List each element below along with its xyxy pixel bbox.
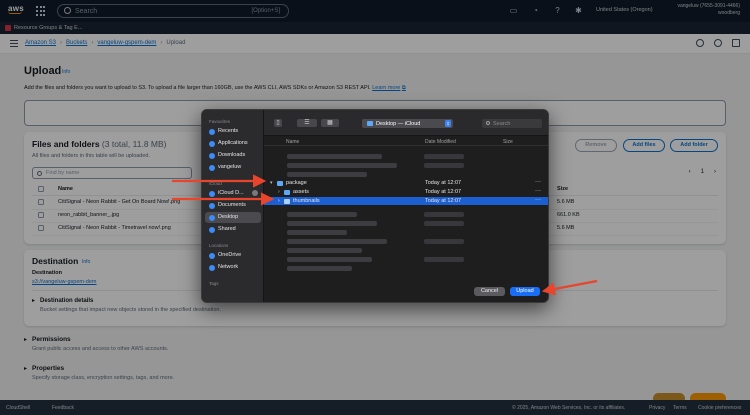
dialog-cancel-button[interactable]: Cancel xyxy=(474,287,505,296)
disclosure-closed-icon[interactable]: › xyxy=(278,189,280,195)
folder-icon xyxy=(367,121,373,126)
column-date-modified[interactable]: Date Modified xyxy=(425,139,456,145)
folder-date: Today at 12:07 xyxy=(425,180,462,186)
sidebar-item-label: Network xyxy=(218,264,239,270)
blurred-date xyxy=(424,221,464,226)
folder-icon xyxy=(284,189,290,195)
dialog-search-input[interactable]: Search xyxy=(482,119,542,128)
sidebar-item-label: Applications xyxy=(218,140,248,146)
sidebar-item-label: Shared xyxy=(218,226,236,232)
blurred-file-row xyxy=(287,266,352,271)
more-options-icon[interactable]: ··· xyxy=(535,197,541,203)
sidebar-item-label: Recents xyxy=(218,128,239,134)
folder-name: package xyxy=(286,180,307,186)
file-row-assets[interactable]: › assets Today at 12:07 ··· xyxy=(264,188,548,196)
blurred-file-row xyxy=(287,257,372,262)
cloud-icon xyxy=(209,190,215,197)
favourites-heading: Favourites xyxy=(209,119,231,124)
blurred-file-row xyxy=(287,239,387,244)
progress-icon xyxy=(252,190,258,196)
more-options-icon[interactable]: ··· xyxy=(535,179,541,185)
sidebar-item-label: Documents xyxy=(218,202,246,208)
sidebar-item-desktop[interactable]: Desktop xyxy=(205,212,261,223)
chevron-updown-icon: ⇕ xyxy=(445,120,451,127)
blurred-date xyxy=(424,239,464,244)
applications-icon xyxy=(209,140,215,147)
blurred-file-row xyxy=(287,221,377,226)
sidebar-item-onedrive[interactable]: OneDrive xyxy=(205,250,261,261)
sidebar-item-recents[interactable]: Recents xyxy=(205,126,261,137)
dialog-search-placeholder: Search xyxy=(493,120,511,127)
disclosure-open-icon[interactable]: ▾ xyxy=(270,180,273,186)
folder-icon xyxy=(284,198,290,204)
download-icon xyxy=(209,152,215,159)
blurred-date xyxy=(424,163,464,168)
disclosure-closed-icon[interactable]: › xyxy=(278,198,280,204)
folder-name: assets xyxy=(293,189,309,195)
onedrive-cloud-icon xyxy=(209,252,215,259)
folder-date: Today at 12:07 xyxy=(425,189,462,195)
file-row-package[interactable]: ▾ package Today at 12:07 ··· xyxy=(264,179,548,187)
tags-heading: Tags xyxy=(209,281,219,286)
sidebar-item-label: iCloud D... xyxy=(218,190,244,196)
folder-date: Today at 12:07 xyxy=(425,198,462,204)
view-grid-icon[interactable]: ▦ xyxy=(321,119,339,127)
sidebar-item-applications[interactable]: Applications xyxy=(205,138,261,149)
column-size[interactable]: Size xyxy=(503,139,513,145)
desktop-icon xyxy=(209,214,215,221)
location-selector[interactable]: Desktop — iCloud ⇕ xyxy=(362,119,453,128)
view-list-icon[interactable]: ☰ xyxy=(297,119,317,127)
blurred-file-row xyxy=(287,163,397,168)
sidebar-toggle-icon[interactable]: ▯ xyxy=(274,119,282,127)
blurred-date xyxy=(424,257,464,262)
more-options-icon[interactable]: ··· xyxy=(535,188,541,194)
locations-heading: Locations xyxy=(209,243,229,248)
blurred-date xyxy=(424,154,464,159)
blurred-file-row xyxy=(287,248,362,253)
icloud-heading: iCloud xyxy=(209,181,222,186)
sidebar-item-label: OneDrive xyxy=(218,252,242,258)
shared-folder-icon xyxy=(209,226,215,233)
blurred-file-row xyxy=(287,212,357,217)
document-icon xyxy=(209,202,215,209)
search-icon xyxy=(486,121,490,125)
clock-icon xyxy=(209,128,215,135)
dialog-toolbar: ▯ ☰ ▦ Desktop — iCloud ⇕ Search xyxy=(264,110,548,136)
home-icon xyxy=(209,164,215,171)
file-list-header: Name Date Modified Size xyxy=(264,136,548,146)
sidebar-item-network[interactable]: Network xyxy=(205,262,261,273)
sidebar-item-shared[interactable]: Shared xyxy=(205,224,261,235)
file-row-thumbnails[interactable]: › thumbnails Today at 12:07 ··· xyxy=(264,197,548,205)
dialog-sidebar: Favourites Recents Applications Download… xyxy=(202,110,264,302)
sidebar-item-downloads[interactable]: Downloads xyxy=(205,150,261,161)
blurred-date xyxy=(424,212,464,217)
sidebar-item-home[interactable]: vangeluw xyxy=(205,162,261,173)
folder-icon xyxy=(277,180,283,186)
blurred-file-row xyxy=(287,172,367,177)
blurred-file-row xyxy=(287,154,382,159)
dialog-upload-button[interactable]: Upload xyxy=(510,287,540,296)
sidebar-item-label: Downloads xyxy=(218,152,246,158)
column-name[interactable]: Name xyxy=(286,139,299,145)
blurred-file-row xyxy=(287,230,347,235)
sidebar-item-icloud-drive[interactable]: iCloud D... xyxy=(205,188,261,199)
file-picker-dialog: Favourites Recents Applications Download… xyxy=(201,109,549,303)
location-name: Desktop — iCloud xyxy=(376,120,421,127)
folder-name: thumbnails xyxy=(293,198,320,204)
sidebar-item-label: vangeluw xyxy=(218,164,242,170)
network-globe-icon xyxy=(209,264,215,271)
sidebar-item-label: Desktop xyxy=(218,214,239,220)
sidebar-item-documents[interactable]: Documents xyxy=(205,200,261,211)
